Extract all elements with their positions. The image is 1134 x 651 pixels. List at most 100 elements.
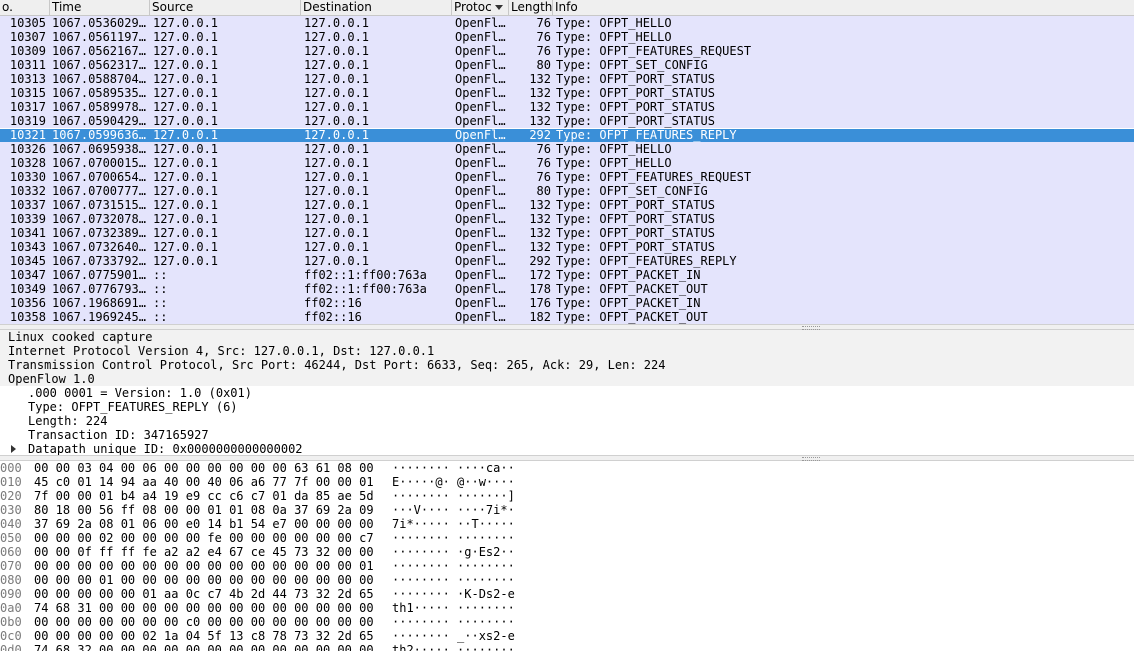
- hex-row[interactable]: 070 00 00 00 00 00 00 00 00 00 00 00 00 0…: [0, 559, 1134, 573]
- hex-row[interactable]: 020 7f 00 00 01 b4 a4 19 e9 cc c6 c7 01 d…: [0, 489, 1134, 503]
- row-protocol: OpenFl…: [455, 30, 506, 44]
- column-header-number[interactable]: o.: [0, 0, 50, 15]
- table-row[interactable]: 10311 1067.0562317… 127.0.0.1 127.0.0.1 Open…: [0, 58, 1134, 72]
- table-row[interactable]: 10317 1067.0589978… 127.0.0.1 127.0.0.1 Open…: [0, 100, 1134, 114]
- row-destination: 127.0.0.1: [304, 142, 370, 156]
- row-source: 127.0.0.1: [153, 30, 219, 44]
- row-info: Type: OFPT_PACKET_IN: [556, 296, 701, 310]
- detail-field-type[interactable]: Type: OFPT_FEATURES_REPLY (6): [0, 400, 1134, 414]
- hex-ascii: ········ ····ca··: [392, 461, 515, 475]
- row-protocol: OpenFl…: [455, 86, 506, 100]
- row-protocol: OpenFl…: [455, 268, 506, 282]
- row-time: 1067.0588704…: [52, 72, 146, 86]
- table-row[interactable]: 10305 1067.0536029… 127.0.0.1 127.0.0.1 Open…: [0, 16, 1134, 30]
- column-header-length[interactable]: Length: [509, 0, 553, 15]
- hex-row[interactable]: 0b0 00 00 00 00 00 00 00 c0 00 00 00 00 0…: [0, 615, 1134, 629]
- detail-layer-openflow[interactable]: OpenFlow 1.0: [0, 372, 1134, 386]
- table-row[interactable]: 10347 1067.0775901…:: ff02::1:ff00:763a Ope…: [0, 268, 1134, 282]
- packet-bytes-pane[interactable]: 000 00 00 03 04 00 06 00 00 00 00 00 00 6…: [0, 461, 1134, 651]
- hex-ascii: ········ ·K-Ds2-e: [392, 587, 515, 601]
- row-destination: 127.0.0.1: [304, 198, 370, 212]
- row-length: 292: [529, 129, 551, 142]
- hex-ascii: ········ ········: [392, 615, 515, 629]
- table-row[interactable]: 10356 1067.1968691…:: ff02::16 OpenFl… 176 Ty…: [0, 296, 1134, 310]
- hex-row[interactable]: 0a0 74 68 31 00 00 00 00 00 00 00 00 00 0…: [0, 601, 1134, 615]
- hex-row[interactable]: 030 80 18 00 56 ff 08 00 00 01 01 08 0a 3…: [0, 503, 1134, 517]
- hex-offset: 090: [0, 587, 22, 601]
- column-header-destination[interactable]: Destination: [301, 0, 452, 15]
- hex-row[interactable]: 050 00 00 00 02 00 00 00 00 fe 00 00 00 0…: [0, 531, 1134, 545]
- hex-ascii: th1····· ········: [392, 601, 515, 615]
- row-number: 10345: [9, 254, 46, 268]
- row-info: Type: OFPT_SET_CONFIG: [556, 184, 708, 198]
- row-time: 1067.0732640…: [52, 240, 146, 254]
- row-info: Type: OFPT_PORT_STATUS: [556, 114, 715, 128]
- hex-ascii: ········ ········: [392, 573, 515, 587]
- table-row[interactable]: 10339 1067.0732078… 127.0.0.1 127.0.0.1 Open…: [0, 212, 1134, 226]
- row-time: 1067.0695938…: [52, 142, 146, 156]
- row-time: 1067.0536029…: [52, 16, 146, 30]
- table-row[interactable]: 10332 1067.0700777… 127.0.0.1 127.0.0.1 Open…: [0, 184, 1134, 198]
- table-row[interactable]: 10326 1067.0695938… 127.0.0.1 127.0.0.1 Open…: [0, 142, 1134, 156]
- row-number: 10339: [9, 212, 46, 226]
- table-row[interactable]: 10341 1067.0732389… 127.0.0.1 127.0.0.1 Open…: [0, 226, 1134, 240]
- table-row[interactable]: 10349 1067.0776793…:: ff02::1:ff00:763a Ope…: [0, 282, 1134, 296]
- triangle-right-icon[interactable]: [11, 445, 16, 453]
- hex-row[interactable]: 0d0 74 68 32 00 00 00 00 00 00 00 00 00 0…: [0, 643, 1134, 651]
- hex-ascii: ········ ·g·Es2··: [392, 545, 515, 559]
- packet-details-pane[interactable]: Linux cooked capture Internet Protocol V…: [0, 330, 1134, 456]
- table-row[interactable]: 10328 1067.0700015… 127.0.0.1 127.0.0.1 Open…: [0, 156, 1134, 170]
- hex-row[interactable]: 010 45 c0 01 14 94 aa 40 00 40 06 a6 77 7…: [0, 475, 1134, 489]
- hex-row[interactable]: 090 00 00 00 00 00 01 aa 0c c7 4b 2d 44 7…: [0, 587, 1134, 601]
- detail-field-transaction-id[interactable]: Transaction ID: 347165927: [0, 428, 1134, 442]
- column-header-time[interactable]: Time: [50, 0, 150, 15]
- column-header-info[interactable]: Info: [553, 0, 1134, 15]
- row-number: 10347: [9, 268, 46, 282]
- detail-layer-tcp[interactable]: Transmission Control Protocol, Src Port:…: [0, 358, 1134, 372]
- column-header-protocol[interactable]: Protoc: [452, 0, 509, 15]
- row-protocol: OpenFl…: [455, 310, 506, 324]
- detail-field-datapath-id[interactable]: Datapath unique ID: 0x0000000000000002: [0, 442, 1134, 456]
- hex-bytes: 74 68 32 00 00 00 00 00 00 00 00 00 00 0…: [34, 643, 374, 651]
- table-row[interactable]: 10319 1067.0590429… 127.0.0.1 127.0.0.1 Open…: [0, 114, 1134, 128]
- row-length: 80: [536, 184, 551, 198]
- row-destination: 127.0.0.1: [304, 240, 370, 254]
- table-row[interactable]: 10343 1067.0732640… 127.0.0.1 127.0.0.1 Open…: [0, 240, 1134, 254]
- table-row[interactable]: 10315 1067.0589535… 127.0.0.1 127.0.0.1 Open…: [0, 86, 1134, 100]
- packet-list-pane[interactable]: o. Time Source Destination Protoc Length…: [0, 0, 1134, 324]
- table-row[interactable]: 10345 1067.0733792… 127.0.0.1 127.0.0.1 Open…: [0, 254, 1134, 268]
- table-row-selected[interactable]: 10321 1067.0599636… 127.0.0.1 127.0.0.1 Open…: [0, 129, 1134, 142]
- hex-row[interactable]: 060 00 00 0f ff ff fe a2 a2 e4 67 ce 45 7…: [0, 545, 1134, 559]
- detail-layer-linux-cooked[interactable]: Linux cooked capture: [0, 330, 1134, 344]
- detail-layer-ipv4[interactable]: Internet Protocol Version 4, Src: 127.0.…: [0, 344, 1134, 358]
- row-length: 176: [529, 296, 551, 310]
- hex-row[interactable]: 000 00 00 03 04 00 06 00 00 00 00 00 00 6…: [0, 461, 1134, 475]
- row-source: 127.0.0.1: [153, 198, 219, 212]
- table-row[interactable]: 10307 1067.0561197… 127.0.0.1 127.0.0.1 Open…: [0, 30, 1134, 44]
- row-length: 172: [529, 268, 551, 282]
- row-destination: 127.0.0.1: [304, 16, 370, 30]
- column-header-source[interactable]: Source: [150, 0, 301, 15]
- row-info: Type: OFPT_PORT_STATUS: [556, 86, 715, 100]
- column-label: Destination: [303, 0, 372, 14]
- row-destination: 127.0.0.1: [304, 254, 370, 268]
- row-protocol: OpenFl…: [455, 156, 506, 170]
- detail-field-length[interactable]: Length: 224: [0, 414, 1134, 428]
- hex-row[interactable]: 040 37 69 2a 08 01 06 00 e0 14 b1 54 e7 0…: [0, 517, 1134, 531]
- hex-row[interactable]: 0c0 00 00 00 00 00 02 1a 04 5f 13 c8 78 7…: [0, 629, 1134, 643]
- table-row[interactable]: 10313 1067.0588704… 127.0.0.1 127.0.0.1 Open…: [0, 72, 1134, 86]
- hex-ascii: ········ _··xs2-e: [392, 629, 515, 643]
- detail-field-version[interactable]: .000 0001 = Version: 1.0 (0x01): [0, 386, 1134, 400]
- hex-ascii: th2····· ········: [392, 643, 515, 651]
- row-destination: 127.0.0.1: [304, 212, 370, 226]
- row-time: 1067.0562317…: [52, 58, 146, 72]
- row-source: 127.0.0.1: [153, 16, 219, 30]
- table-row[interactable]: 10309 1067.0562167… 127.0.0.1 127.0.0.1 Open…: [0, 44, 1134, 58]
- hex-row[interactable]: 080 00 00 00 01 00 00 00 00 00 00 00 00 0…: [0, 573, 1134, 587]
- table-row[interactable]: 10337 1067.0731515… 127.0.0.1 127.0.0.1 Open…: [0, 198, 1134, 212]
- table-row[interactable]: 10330 1067.0700654… 127.0.0.1 127.0.0.1 Open…: [0, 170, 1134, 184]
- table-row[interactable]: 10358 1067.1969245…:: ff02::16 OpenFl… 182 Ty…: [0, 310, 1134, 324]
- row-protocol: OpenFl…: [455, 58, 506, 72]
- hex-offset: 060: [0, 545, 22, 559]
- hex-bytes: 00 00 00 00 00 02 1a 04 5f 13 c8 78 73 3…: [34, 629, 374, 643]
